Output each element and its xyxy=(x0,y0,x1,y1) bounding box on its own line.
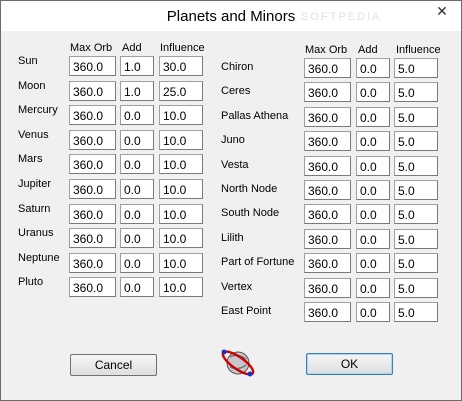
left-row-label: Jupiter xyxy=(18,178,52,190)
right-row-label: North Node xyxy=(221,183,278,195)
left-influence-field[interactable]: 30.0 xyxy=(159,56,203,76)
right-influence-field[interactable]: 5.0 xyxy=(394,155,438,176)
right-influence-field[interactable]: 5.0 xyxy=(394,106,438,127)
right-max-orb-field[interactable]: 360.0 xyxy=(304,106,351,127)
left-influence-field[interactable]: 10.0 xyxy=(159,154,203,175)
right-header-influence: Influence xyxy=(396,44,441,56)
left-max-orb-field[interactable]: 360.0 xyxy=(69,154,116,175)
left-row-label: Neptune xyxy=(18,251,60,264)
cancel-button[interactable]: Cancel xyxy=(70,354,157,376)
left-row-label: Uranus xyxy=(18,227,54,240)
left-row-label: Venus xyxy=(18,128,49,141)
left-influence-field[interactable]: 10.0 xyxy=(159,277,203,298)
left-row-label: Pluto xyxy=(18,276,44,289)
right-influence-field[interactable]: 5.0 xyxy=(394,253,438,274)
right-row-label: Juno xyxy=(221,134,245,147)
right-add-field[interactable]: 0.0 xyxy=(356,82,390,103)
right-influence-field[interactable]: 5.0 xyxy=(394,302,438,322)
ok-button[interactable]: OK xyxy=(306,353,393,375)
left-max-orb-field[interactable]: 360.0 xyxy=(69,129,116,150)
right-row-label: Ceres xyxy=(221,85,251,98)
right-max-orb-field[interactable]: 360.0 xyxy=(304,253,351,274)
left-max-orb-field[interactable]: 360.0 xyxy=(69,277,116,298)
left-add-field[interactable]: 1.0 xyxy=(120,56,154,76)
left-max-orb-field[interactable]: 360.0 xyxy=(69,203,116,224)
left-max-orb-field[interactable]: 360.0 xyxy=(69,252,116,273)
left-max-orb-field[interactable]: 360.0 xyxy=(69,80,116,101)
right-row-label: Vertex xyxy=(221,280,253,293)
left-header-add: Add xyxy=(122,42,142,54)
close-icon[interactable]: ✕ xyxy=(429,1,455,21)
right-max-orb-field[interactable]: 360.0 xyxy=(304,131,351,152)
right-row-label: Lilith xyxy=(221,231,244,244)
watermark: SOFTPEDIA xyxy=(301,11,382,23)
right-max-orb-field[interactable]: 360.0 xyxy=(304,277,351,298)
right-add-field[interactable]: 0.0 xyxy=(356,58,390,78)
right-add-field[interactable]: 0.0 xyxy=(356,106,390,127)
left-add-field[interactable]: 0.0 xyxy=(120,277,154,298)
left-add-field[interactable]: 0.0 xyxy=(120,105,154,126)
right-header-add: Add xyxy=(358,44,378,56)
right-row-label: South Node xyxy=(221,207,280,220)
right-add-field[interactable]: 0.0 xyxy=(356,253,390,274)
left-influence-field[interactable]: 10.0 xyxy=(159,105,203,126)
left-influence-field[interactable]: 10.0 xyxy=(159,228,203,249)
left-add-field[interactable]: 1.0 xyxy=(120,80,154,101)
left-influence-field[interactable]: 10.0 xyxy=(159,179,203,199)
right-row-label: Chiron xyxy=(221,61,254,73)
dialog-window: Planets and Minors SOFTPEDIA ✕ Max Orb A… xyxy=(0,0,462,401)
right-add-field[interactable]: 0.0 xyxy=(356,180,390,200)
left-header-influence: Influence xyxy=(160,42,205,54)
left-add-field[interactable]: 0.0 xyxy=(120,154,154,175)
right-influence-field[interactable]: 5.0 xyxy=(394,277,438,298)
right-influence-field[interactable]: 5.0 xyxy=(394,58,438,78)
right-influence-field[interactable]: 5.0 xyxy=(394,180,438,200)
right-add-field[interactable]: 0.0 xyxy=(356,204,390,225)
right-influence-field[interactable]: 5.0 xyxy=(394,131,438,152)
left-max-orb-field[interactable]: 360.0 xyxy=(69,105,116,126)
left-influence-field[interactable]: 10.0 xyxy=(159,203,203,224)
right-max-orb-field[interactable]: 360.0 xyxy=(304,204,351,225)
left-row-label: Moon xyxy=(18,79,46,92)
right-add-field[interactable]: 0.0 xyxy=(356,302,390,322)
left-row-label: Saturn xyxy=(18,202,51,215)
left-max-orb-field[interactable]: 360.0 xyxy=(69,56,116,76)
left-add-field[interactable]: 0.0 xyxy=(120,228,154,249)
left-influence-field[interactable]: 10.0 xyxy=(159,252,203,273)
right-row-label: Part of Fortune xyxy=(221,256,295,269)
left-max-orb-field[interactable]: 360.0 xyxy=(69,179,116,199)
left-add-field[interactable]: 0.0 xyxy=(120,252,154,273)
right-row-label: Vesta xyxy=(221,158,249,171)
right-max-orb-field[interactable]: 360.0 xyxy=(304,180,351,200)
right-max-orb-field[interactable]: 360.0 xyxy=(304,58,351,78)
title-bar[interactable]: Planets and Minors SOFTPEDIA ✕ xyxy=(1,1,461,31)
left-add-field[interactable]: 0.0 xyxy=(120,179,154,199)
right-row-label: East Point xyxy=(221,305,272,317)
right-max-orb-field[interactable]: 360.0 xyxy=(304,82,351,103)
right-row-label: Pallas Athena xyxy=(221,109,289,122)
window-title: Planets and Minors xyxy=(166,8,296,25)
right-max-orb-field[interactable]: 360.0 xyxy=(304,155,351,176)
right-add-field[interactable]: 0.0 xyxy=(356,155,390,176)
left-influence-field[interactable]: 25.0 xyxy=(159,80,203,101)
left-add-field[interactable]: 0.0 xyxy=(120,129,154,150)
right-influence-field[interactable]: 5.0 xyxy=(394,228,438,249)
left-max-orb-field[interactable]: 360.0 xyxy=(69,228,116,249)
left-add-field[interactable]: 0.0 xyxy=(120,203,154,224)
left-header-max-orb: Max Orb xyxy=(70,42,113,54)
right-add-field[interactable]: 0.0 xyxy=(356,131,390,152)
right-add-field[interactable]: 0.0 xyxy=(356,228,390,249)
right-influence-field[interactable]: 5.0 xyxy=(394,82,438,103)
planet-icon xyxy=(221,349,255,377)
right-max-orb-field[interactable]: 360.0 xyxy=(304,302,351,322)
left-influence-field[interactable]: 10.0 xyxy=(159,129,203,150)
left-row-label: Mercury xyxy=(18,104,58,117)
right-add-field[interactable]: 0.0 xyxy=(356,277,390,298)
right-header-max-orb: Max Orb xyxy=(305,44,348,56)
right-max-orb-field[interactable]: 360.0 xyxy=(304,228,351,249)
right-influence-field[interactable]: 5.0 xyxy=(394,204,438,225)
left-row-label: Sun xyxy=(18,55,38,67)
left-row-label: Mars xyxy=(18,153,43,166)
